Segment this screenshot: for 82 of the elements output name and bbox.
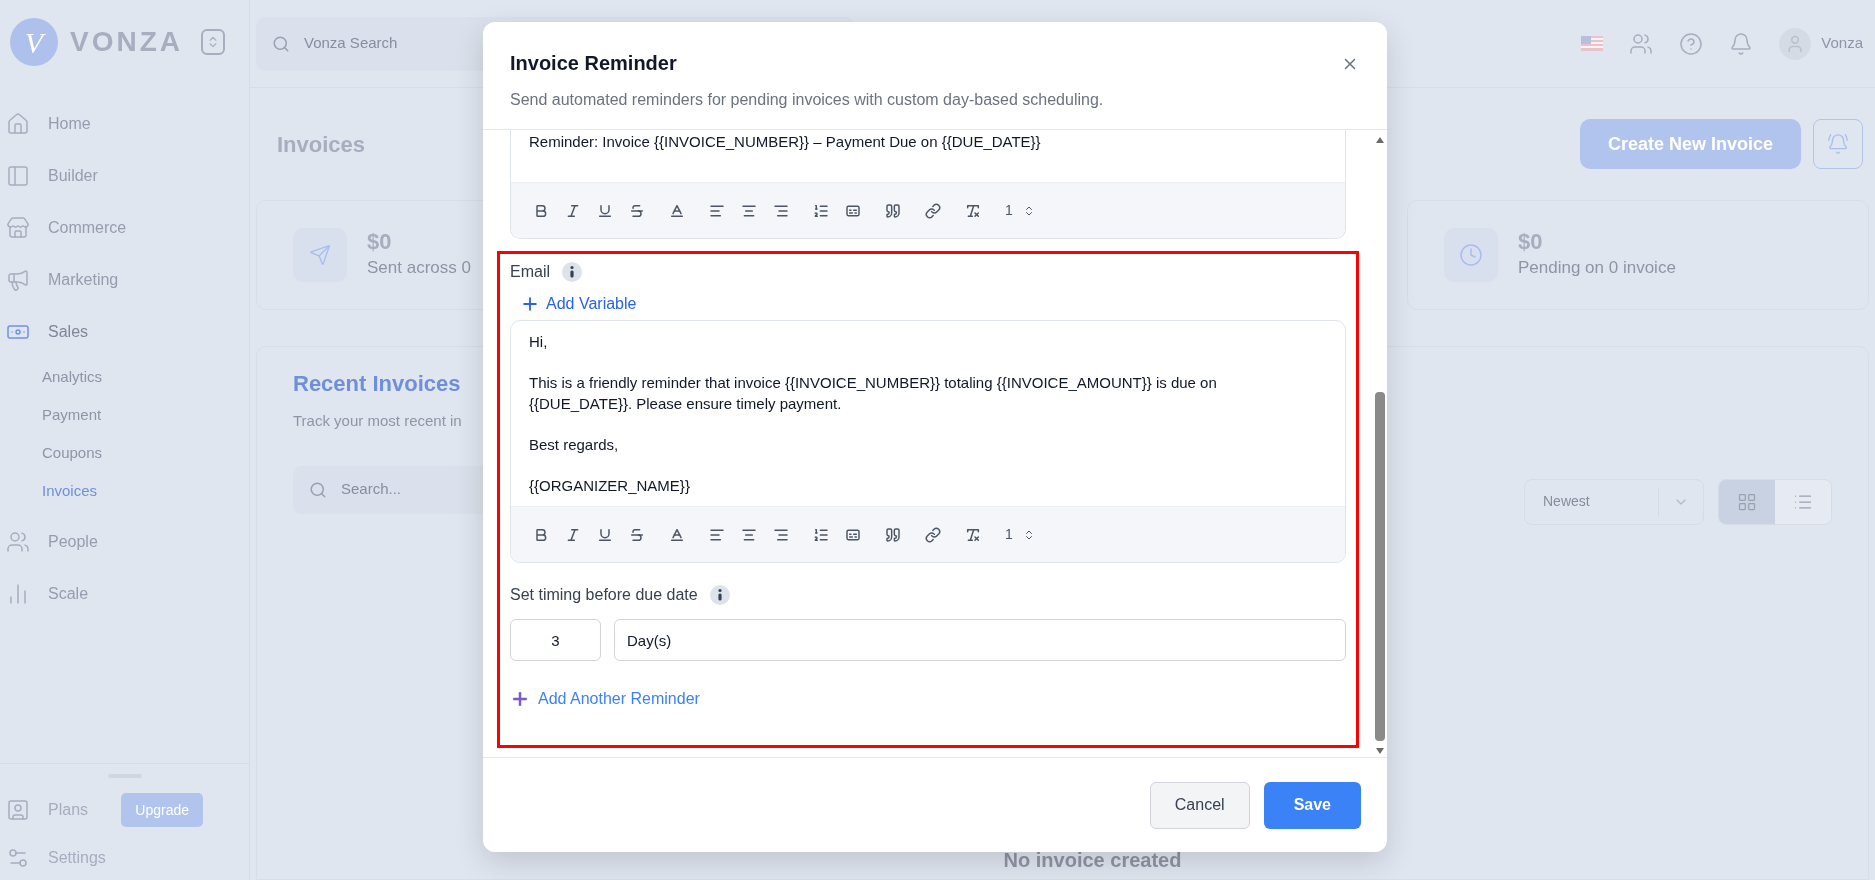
- strikethrough-icon[interactable]: [629, 202, 645, 219]
- nav-item[interactable]: Plans: [48, 798, 89, 822]
- nav-item[interactable]: Settings: [48, 846, 106, 870]
- nav-item[interactable]: Marketing: [0, 254, 249, 306]
- numbered-list-icon[interactable]: [813, 526, 829, 543]
- nav-subitem[interactable]: Invoices: [42, 472, 98, 510]
- plus-icon: [510, 689, 530, 709]
- house-icon: [6, 112, 30, 136]
- scroll-down-icon[interactable]: [1375, 747, 1385, 755]
- font-size-select[interactable]: 1: [1005, 200, 1035, 221]
- nav-item[interactable]: Commerce: [0, 202, 249, 254]
- email-editor[interactable]: Hi, This is a friendly reminder that invoice {{INVOICE_NUMBER}} totaling {{INVOICE_AMOUNT}} is due on {{DUE_DATE}}. Please ensure timely payment. Best regards, {{ORGANIZER_NAME}} 1: [510, 320, 1346, 563]
- section-title: Recent Invoices: [293, 370, 461, 398]
- add-variable-button[interactable]: Add Variable: [520, 292, 637, 316]
- megaphone-icon: [6, 268, 30, 292]
- save-button[interactable]: Save: [1263, 781, 1361, 829]
- stat-amount: $0: [1518, 229, 1544, 256]
- underline-icon[interactable]: [597, 526, 613, 543]
- store-icon: [6, 216, 30, 240]
- info-icon[interactable]: [709, 585, 730, 605]
- unit-field[interactable]: Day(s): [614, 619, 1346, 661]
- people-icon: [6, 530, 30, 554]
- paper-plane-icon: [309, 244, 331, 266]
- stat-caption: Pending on 0 invoice: [1518, 257, 1676, 280]
- text-color-icon[interactable]: [669, 202, 685, 219]
- plus-icon: [520, 294, 540, 314]
- email-paragraph: {{ORGANIZER_NAME}}: [529, 476, 691, 496]
- subject-text[interactable]: Reminder: Invoice {{INVOICE_NUMBER}} – Payment Due on {{DUE_DATE}}: [529, 133, 1041, 150]
- switch-button[interactable]: [201, 29, 225, 55]
- create-invoice-button[interactable]: Create New Invoice: [1579, 119, 1801, 169]
- stat-amount: $0: [367, 229, 393, 256]
- nav-subitem[interactable]: Coupons: [42, 434, 103, 472]
- nav-item[interactable]: Builder: [0, 150, 249, 202]
- email-paragraph: Hi,: [529, 332, 549, 352]
- panel-icon: [6, 164, 30, 188]
- nav-subitem[interactable]: Analytics: [42, 358, 103, 396]
- quote-icon[interactable]: [885, 526, 901, 543]
- italic-icon[interactable]: [565, 202, 581, 219]
- upgrade-button[interactable]: Upgrade: [121, 793, 203, 827]
- clock-icon: [1459, 243, 1483, 267]
- logo-mark: V: [10, 18, 58, 66]
- font-size-select[interactable]: 1: [1005, 524, 1035, 545]
- cancel-button[interactable]: Cancel: [1149, 781, 1250, 829]
- search-icon: [272, 34, 290, 53]
- nav-item[interactable]: Scale: [0, 568, 249, 620]
- grid-icon: [1737, 491, 1757, 512]
- amount-field[interactable]: 3: [510, 619, 601, 661]
- email-paragraph: Best regards,: [529, 435, 620, 455]
- clear-format-icon[interactable]: [965, 526, 981, 543]
- clear-format-icon[interactable]: [965, 202, 981, 219]
- numbered-list-icon[interactable]: [813, 202, 829, 219]
- nav-item[interactable]: Home: [0, 98, 249, 150]
- email-paragraph: This is a friendly reminder that invoice {{INVOICE_NUMBER}} totaling {{INVOICE_AMOUNT}} is due on {{DUE_DATE}}. Please ensure timely payment.: [529, 373, 1218, 414]
- search-icon: [309, 480, 327, 499]
- dialog-subtitle: Send automated reminders for pending invoices with custom day-based scheduling.: [510, 90, 1104, 110]
- field-label: Set timing before due date: [510, 585, 698, 605]
- settings-icon: [6, 846, 30, 870]
- quote-icon[interactable]: [885, 202, 901, 219]
- link-icon[interactable]: [925, 526, 941, 543]
- strikethrough-icon[interactable]: [629, 526, 645, 543]
- section-subtitle: Track your most recent in: [293, 411, 462, 431]
- underline-icon[interactable]: [597, 202, 613, 219]
- bold-icon[interactable]: [533, 526, 549, 543]
- page-title: Invoices: [277, 130, 366, 159]
- add-reminder-button[interactable]: Add Another Reminder: [510, 687, 700, 711]
- bell-icon: [1827, 133, 1849, 155]
- empty-message: No invoice created: [1003, 847, 1182, 873]
- link-icon[interactable]: [925, 202, 941, 219]
- text-color-icon[interactable]: [669, 526, 685, 543]
- brand-name: VONZA: [70, 25, 183, 59]
- field-label: Email: [510, 262, 550, 282]
- stat-caption: Sent across 0: [367, 257, 471, 280]
- italic-icon[interactable]: [565, 526, 581, 543]
- scroll-up-icon[interactable]: [1375, 136, 1385, 144]
- id-card-icon: [6, 798, 30, 822]
- user-name: Vonza: [1821, 33, 1863, 54]
- bold-icon[interactable]: [533, 202, 549, 219]
- info-icon[interactable]: [562, 262, 582, 282]
- nav-item[interactable]: Sales: [0, 306, 249, 358]
- nav-item[interactable]: People: [0, 516, 249, 568]
- sort-select[interactable]: Newest: [1524, 478, 1704, 525]
- nav-subitem[interactable]: Payment: [42, 396, 102, 434]
